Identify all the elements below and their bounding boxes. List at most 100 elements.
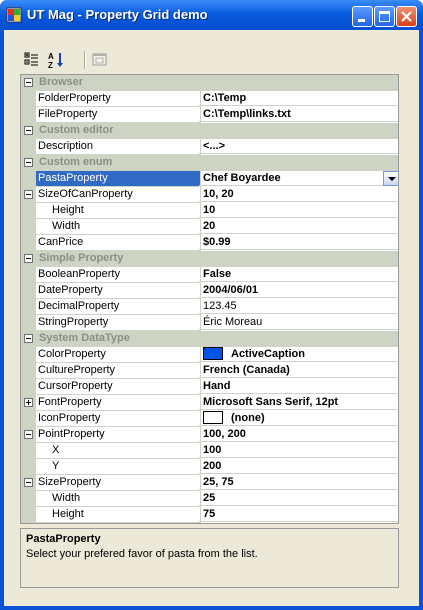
category-system-datatype[interactable]: System DataType	[21, 331, 398, 347]
collapse-icon[interactable]	[24, 478, 33, 487]
app-icon	[6, 7, 22, 23]
property-row[interactable]: DecimalProperty 123.45	[21, 299, 398, 315]
pasta-dropdown[interactable]: Chef Boyardee	[199, 171, 398, 186]
property-row[interactable]: X 100	[21, 443, 398, 459]
property-value[interactable]: 10, 20	[199, 187, 398, 202]
property-name: DecimalProperty	[36, 299, 201, 315]
dropdown-arrow-icon[interactable]	[383, 171, 398, 186]
property-row[interactable]: Width 25	[21, 491, 398, 507]
property-value[interactable]: C:\Temp	[199, 91, 398, 106]
property-row[interactable]: Height 10	[21, 203, 398, 219]
color-value[interactable]: ActiveCaption	[199, 346, 398, 362]
property-name: PastaProperty	[36, 171, 201, 187]
description-title: PastaProperty	[26, 533, 101, 545]
expand-icon[interactable]	[24, 398, 33, 407]
svg-text:A: A	[48, 52, 54, 61]
minimize-icon	[358, 19, 365, 22]
title-bar[interactable]: UT Mag - Property Grid demo	[0, 0, 423, 30]
property-value[interactable]: 200	[199, 459, 398, 474]
close-button[interactable]	[396, 6, 417, 27]
property-row[interactable]: CultureProperty French (Canada)	[21, 363, 398, 379]
property-value: Chef Boyardee	[203, 172, 281, 184]
property-row[interactable]: SizeOfCanProperty 10, 20	[21, 187, 398, 203]
alphabetical-button[interactable]: A Z	[46, 50, 66, 70]
property-grid-toolbar: A Z	[16, 48, 396, 72]
property-value[interactable]: $0.99	[199, 235, 398, 250]
property-value[interactable]: 100	[199, 443, 398, 458]
description-text: Select your prefered favor of pasta from…	[26, 548, 258, 560]
collapse-icon[interactable]	[24, 334, 33, 343]
property-row[interactable]: StringProperty Éric Moreau	[21, 315, 398, 331]
property-name: Width	[36, 491, 201, 507]
category-simple-property[interactable]: Simple Property	[21, 251, 398, 267]
property-name: IconProperty	[36, 411, 201, 427]
property-value[interactable]: Microsoft Sans Serif, 12pt	[199, 395, 398, 410]
property-row[interactable]: PointProperty 100, 200	[21, 427, 398, 443]
property-row[interactable]: CursorProperty Hand	[21, 379, 398, 395]
property-name: FontProperty	[36, 395, 201, 411]
property-row[interactable]: FolderProperty C:\Temp	[21, 91, 398, 107]
property-name: BooleanProperty	[36, 267, 201, 283]
collapse-icon[interactable]	[24, 190, 33, 199]
property-value[interactable]: Hand	[199, 379, 398, 394]
property-row-selected[interactable]: PastaProperty Chef Boyardee	[21, 171, 398, 187]
property-value[interactable]: 2004/06/01	[199, 283, 398, 298]
property-value[interactable]: 20	[199, 219, 398, 234]
property-name: Height	[36, 203, 201, 219]
property-name: CursorProperty	[36, 379, 201, 395]
property-row[interactable]: FileProperty C:\Temp\links.txt	[21, 107, 398, 123]
property-value[interactable]: 100, 200	[199, 427, 398, 442]
collapse-icon[interactable]	[24, 158, 33, 167]
property-value: ActiveCaption	[231, 348, 305, 360]
close-icon	[401, 11, 412, 22]
property-value[interactable]: False	[199, 267, 398, 282]
window: UT Mag - Property Grid demo A Z Browser …	[0, 0, 423, 610]
property-row[interactable]: BooleanProperty False	[21, 267, 398, 283]
maximize-button[interactable]	[374, 6, 395, 27]
property-value[interactable]: 10	[199, 203, 398, 218]
property-value[interactable]: 123.45	[199, 299, 398, 314]
property-value[interactable]: 25, 75	[199, 475, 398, 490]
property-row[interactable]: Y 200	[21, 459, 398, 475]
categorized-button[interactable]	[22, 50, 42, 70]
property-value[interactable]: <...>	[199, 139, 398, 154]
property-name: CultureProperty	[36, 363, 201, 379]
property-value[interactable]: 25	[199, 491, 398, 506]
property-name: Height	[36, 507, 201, 523]
property-grid[interactable]: Browser FolderProperty C:\Temp FilePrope…	[20, 74, 399, 524]
property-name: Y	[36, 459, 201, 475]
property-row[interactable]: Width 20	[21, 219, 398, 235]
property-row[interactable]: DateProperty 2004/06/01	[21, 283, 398, 299]
property-row[interactable]: Description <...>	[21, 139, 398, 155]
toolbar-separator	[84, 51, 86, 69]
property-row[interactable]: SizeProperty 25, 75	[21, 475, 398, 491]
collapse-icon[interactable]	[24, 78, 33, 87]
category-browser[interactable]: Browser	[21, 75, 398, 91]
collapse-icon[interactable]	[24, 126, 33, 135]
property-value[interactable]: 75	[199, 507, 398, 522]
minimize-button[interactable]	[352, 6, 373, 27]
property-row[interactable]: IconProperty (none)	[21, 410, 398, 427]
property-name: Width	[36, 219, 201, 235]
collapse-icon[interactable]	[24, 254, 33, 263]
property-row[interactable]: ColorProperty ActiveCaption	[21, 346, 398, 363]
maximize-icon	[379, 11, 390, 22]
property-name: FileProperty	[36, 107, 201, 123]
property-row[interactable]: FontProperty Microsoft Sans Serif, 12pt	[21, 395, 398, 411]
property-value[interactable]: French (Canada)	[199, 363, 398, 378]
property-name: ColorProperty	[36, 347, 201, 363]
svg-text:Z: Z	[48, 61, 53, 70]
collapse-icon[interactable]	[24, 430, 33, 439]
window-title: UT Mag - Property Grid demo	[27, 7, 208, 22]
icon-value[interactable]: (none)	[199, 410, 398, 426]
category-custom-enum[interactable]: Custom enum	[21, 155, 398, 171]
categorized-icon	[24, 52, 38, 66]
category-custom-editor[interactable]: Custom editor	[21, 123, 398, 139]
property-pages-button[interactable]	[90, 50, 110, 70]
property-name: Description	[36, 139, 201, 155]
property-value[interactable]: Éric Moreau	[199, 315, 398, 330]
property-row[interactable]: CanPrice $0.99	[21, 235, 398, 251]
category-label: System DataType	[39, 332, 130, 344]
property-value[interactable]: C:\Temp\links.txt	[199, 107, 398, 122]
property-row[interactable]: Height 75	[21, 507, 398, 523]
